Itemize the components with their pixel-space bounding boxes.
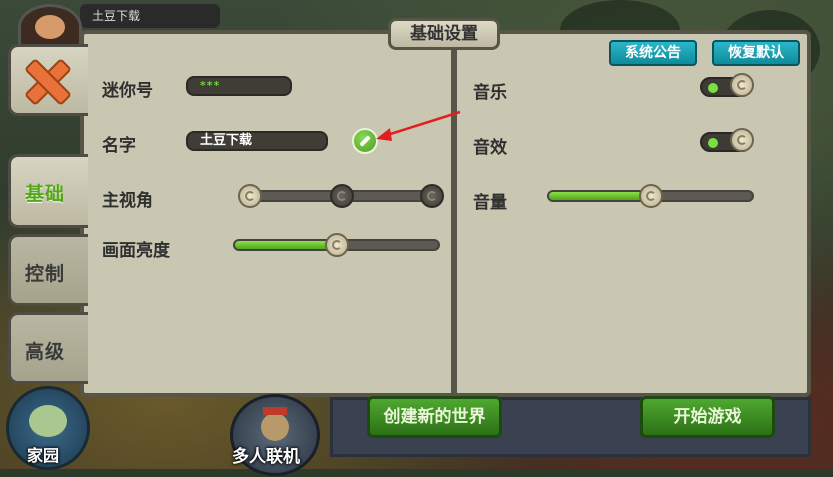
music-toggle-knob[interactable]	[730, 73, 754, 97]
music-toggle[interactable]	[700, 73, 754, 97]
tab-basic[interactable]: 基础	[8, 154, 88, 228]
annotation-arrow	[376, 110, 461, 141]
volume-label: 音量	[473, 193, 507, 213]
player-name-bar: 土豆下载	[80, 4, 220, 28]
mini-id-value: ***	[200, 79, 221, 92]
name-field[interactable]: 土豆下载	[186, 131, 328, 151]
mini-id-field: ***	[186, 76, 292, 96]
brightness-slider-knob[interactable]	[324, 233, 349, 257]
create-world-button[interactable]: 创建新的世界	[367, 396, 502, 438]
view-label: 主视角	[102, 191, 153, 211]
brightness-slider-fill	[235, 241, 337, 249]
close-icon	[23, 58, 67, 102]
multiplayer-label: 多人联机	[232, 447, 300, 467]
view-slider-stop[interactable]	[330, 184, 354, 208]
avatar-face	[35, 15, 65, 39]
music-label: 音乐	[473, 83, 507, 103]
brightness-label: 画面亮度	[102, 241, 170, 261]
tab-advanced[interactable]: 高级	[8, 312, 88, 384]
volume-slider-track[interactable]	[547, 184, 754, 208]
view-slider-track[interactable]	[238, 184, 444, 208]
edit-pencil-icon	[359, 135, 371, 147]
view-slider-stop[interactable]	[420, 184, 444, 208]
sfx-label: 音效	[473, 138, 507, 158]
mini-id-label: 迷你号	[102, 81, 153, 101]
sfx-toggle-indicator	[708, 138, 718, 148]
close-button[interactable]	[8, 44, 88, 116]
panel-divider	[451, 34, 457, 393]
tab-control[interactable]: 控制	[8, 234, 88, 306]
tab-basic-label: 基础	[25, 183, 66, 205]
sfx-toggle-knob[interactable]	[730, 128, 754, 152]
tab-control-label: 控制	[25, 263, 66, 285]
volume-slider-fill	[549, 192, 651, 200]
volume-slider-knob[interactable]	[638, 184, 663, 208]
view-slider-knob[interactable]	[238, 184, 262, 208]
system-announcement-button[interactable]: 系统公告	[609, 40, 697, 66]
tab-advanced-label: 高级	[25, 341, 66, 363]
panel-title: 基础设置	[388, 18, 500, 50]
sfx-toggle[interactable]	[700, 128, 754, 152]
home-icon	[29, 405, 67, 437]
start-game-button[interactable]: 开始游戏	[640, 396, 775, 438]
restore-defaults-button[interactable]: 恢复默认	[712, 40, 800, 66]
name-label: 名字	[102, 136, 136, 156]
home-label: 家园	[27, 446, 60, 465]
brightness-slider-track[interactable]	[233, 233, 440, 257]
music-toggle-indicator	[708, 83, 718, 93]
